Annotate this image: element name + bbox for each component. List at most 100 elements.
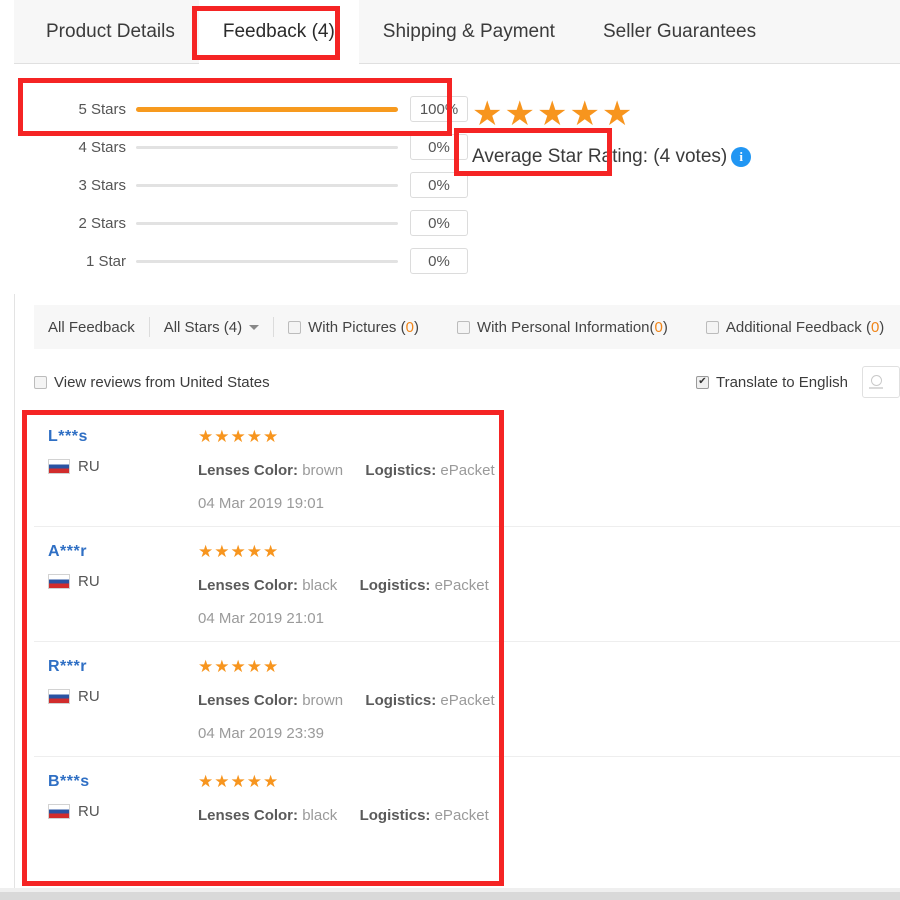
review-user: A***r RU xyxy=(48,543,198,627)
review-country: RU xyxy=(48,458,198,475)
review-attributes: Lenses Color: brown Logistics: ePacket xyxy=(198,692,900,709)
review-attr2-value: ePacket xyxy=(434,807,489,824)
rating-bar-row-2[interactable]: 2 Stars 0% xyxy=(48,204,468,242)
review-body: ★★★★★ Lenses Color: black Logistics: ePa… xyxy=(198,543,900,627)
feedback-page: Product Details Feedback (4) Shipping & … xyxy=(0,0,900,900)
translate-to-english-checkbox[interactable] xyxy=(695,375,709,389)
with-pictures-tail: ) xyxy=(413,318,419,336)
review-body: ★★★★★ Lenses Color: brown Logistics: ePa… xyxy=(198,658,900,742)
view-reviews-country-option[interactable]: View reviews from United States xyxy=(34,374,270,391)
filter-all-stars-label: All Stars (4) xyxy=(163,318,243,336)
average-rating-block: ★★★★★ Average Star Rating: (4 votes) i xyxy=(472,94,872,168)
review-country-code: RU xyxy=(78,803,100,820)
rating-bar-label-3: 3 Stars xyxy=(78,176,126,194)
review-attr2-value: ePacket xyxy=(440,462,495,479)
filter-additional-feedback[interactable]: Additional Feedback (0) xyxy=(705,318,885,336)
with-personal-information-label: With Personal Information( xyxy=(476,318,655,336)
review-stars-icon: ★★★★★ xyxy=(198,657,280,676)
tab-list: Product Details Feedback (4) Shipping & … xyxy=(14,0,900,64)
review-attr2-value: ePacket xyxy=(440,692,495,709)
tab-feedback[interactable]: Feedback (4) xyxy=(198,0,359,64)
review-user: R***r RU xyxy=(48,658,198,742)
review-attr1-value: brown xyxy=(302,692,344,709)
review-row: A***r RU ★★★★★ Lenses Color: black Logis… xyxy=(34,527,900,642)
review-country-code: RU xyxy=(78,573,100,590)
tab-product-details[interactable]: Product Details xyxy=(22,0,199,64)
rating-bar-row-1[interactable]: 1 Star 0% xyxy=(48,242,468,280)
flag-ru-icon xyxy=(48,459,70,474)
rating-bars: 5 Stars 100% 4 Stars 0% 3 Stars 0% 2 Sta… xyxy=(48,90,468,280)
rating-bar-track-5 xyxy=(136,106,398,112)
review-attr1-key: Lenses Color: xyxy=(198,462,299,479)
review-country: RU xyxy=(48,688,198,705)
review-attr1-value: black xyxy=(302,577,338,594)
with-personal-information-tail: ) xyxy=(662,318,668,336)
with-pictures-checkbox[interactable] xyxy=(288,320,302,334)
review-username[interactable]: R***r xyxy=(48,658,198,676)
review-stars-icon: ★★★★★ xyxy=(198,427,280,446)
additional-feedback-count: 0 xyxy=(870,318,880,336)
page-bottom-strip xyxy=(0,888,900,900)
tab-shipping-payment[interactable]: Shipping & Payment xyxy=(359,0,579,64)
rating-bar-row-4[interactable]: 4 Stars 0% xyxy=(48,128,468,166)
average-stars-icon: ★★★★★ xyxy=(472,95,635,133)
view-reviews-country-checkbox[interactable] xyxy=(34,375,47,389)
rating-bar-label-1: 1 Star xyxy=(85,252,126,270)
rating-bar-track-1 xyxy=(136,259,398,263)
review-country: RU xyxy=(48,573,198,590)
rating-bar-row-3[interactable]: 3 Stars 0% xyxy=(48,166,468,204)
flag-ru-icon xyxy=(48,804,70,819)
rating-bar-track-4 xyxy=(136,145,398,149)
tab-bar: Product Details Feedback (4) Shipping & … xyxy=(14,0,900,64)
review-country: RU xyxy=(48,803,198,820)
additional-feedback-label: Additional Feedback ( xyxy=(725,318,871,336)
rating-bar-label-5: 5 Stars xyxy=(78,100,126,118)
filter-all-stars-dropdown[interactable]: All Stars (4) xyxy=(163,318,260,336)
filter-divider xyxy=(273,317,275,337)
with-pictures-count: 0 xyxy=(405,318,414,336)
rating-bar-track-3 xyxy=(136,183,398,187)
filter-with-personal-information[interactable]: With Personal Information(0) xyxy=(456,318,668,336)
flag-ru-icon xyxy=(48,574,70,589)
review-attributes: Lenses Color: black Logistics: ePacket xyxy=(198,807,900,824)
review-user: B***s RU xyxy=(48,773,198,847)
rating-summary: 5 Stars 100% 4 Stars 0% 3 Stars 0% 2 Sta… xyxy=(14,64,900,294)
rating-bar-row-5[interactable]: 5 Stars 100% xyxy=(48,90,468,128)
rating-bar-label-4: 4 Stars xyxy=(78,138,126,156)
with-personal-information-checkbox[interactable] xyxy=(456,320,470,334)
tab-seller-guarantees[interactable]: Seller Guarantees xyxy=(579,0,780,64)
review-body: ★★★★★ Lenses Color: brown Logistics: ePa… xyxy=(198,428,900,512)
rating-bar-label-2: 2 Stars xyxy=(78,214,126,232)
review-country-code: RU xyxy=(78,458,100,475)
review-attr2-key: Logistics: xyxy=(359,577,431,594)
average-rating-label: Average Star Rating: (4 votes) xyxy=(472,146,728,167)
feedback-option-row: View reviews from United States Translat… xyxy=(34,362,900,402)
average-rating-text-row: Average Star Rating: (4 votes) i xyxy=(472,146,872,168)
rating-percent-2: 0% xyxy=(410,210,468,236)
rating-percent-4: 0% xyxy=(410,134,468,160)
view-reviews-country-label: View reviews from United States xyxy=(54,373,270,391)
review-user: L***s RU xyxy=(48,428,198,512)
review-attr1-value: black xyxy=(302,807,338,824)
rating-percent-3: 0% xyxy=(410,172,468,198)
filter-all-feedback[interactable]: All Feedback xyxy=(48,319,135,336)
rating-bar-track-2 xyxy=(136,221,398,225)
additional-feedback-tail: ) xyxy=(879,318,885,336)
review-date: 04 Mar 2019 23:39 xyxy=(198,725,324,742)
additional-feedback-checkbox[interactable] xyxy=(705,320,719,334)
review-date: 04 Mar 2019 21:01 xyxy=(198,610,324,627)
feedback-filter-bar: All Feedback All Stars (4) With Pictures… xyxy=(34,305,900,349)
review-attr1-value: brown xyxy=(302,462,344,479)
review-stars-icon: ★★★★★ xyxy=(198,542,280,561)
review-attr1-key: Lenses Color: xyxy=(198,577,299,594)
review-username[interactable]: L***s xyxy=(48,428,198,446)
with-pictures-label: With Pictures ( xyxy=(308,318,406,336)
review-username[interactable]: B***s xyxy=(48,773,198,791)
filter-with-pictures[interactable]: With Pictures (0) xyxy=(288,319,419,336)
info-icon[interactable]: i xyxy=(731,147,752,167)
language-selector-button[interactable] xyxy=(862,366,900,398)
review-list: L***s RU ★★★★★ Lenses Color: brown Logis… xyxy=(34,412,900,861)
review-username[interactable]: A***r xyxy=(48,543,198,561)
rating-bar-fill-5 xyxy=(136,106,398,112)
review-row: L***s RU ★★★★★ Lenses Color: brown Logis… xyxy=(34,412,900,527)
